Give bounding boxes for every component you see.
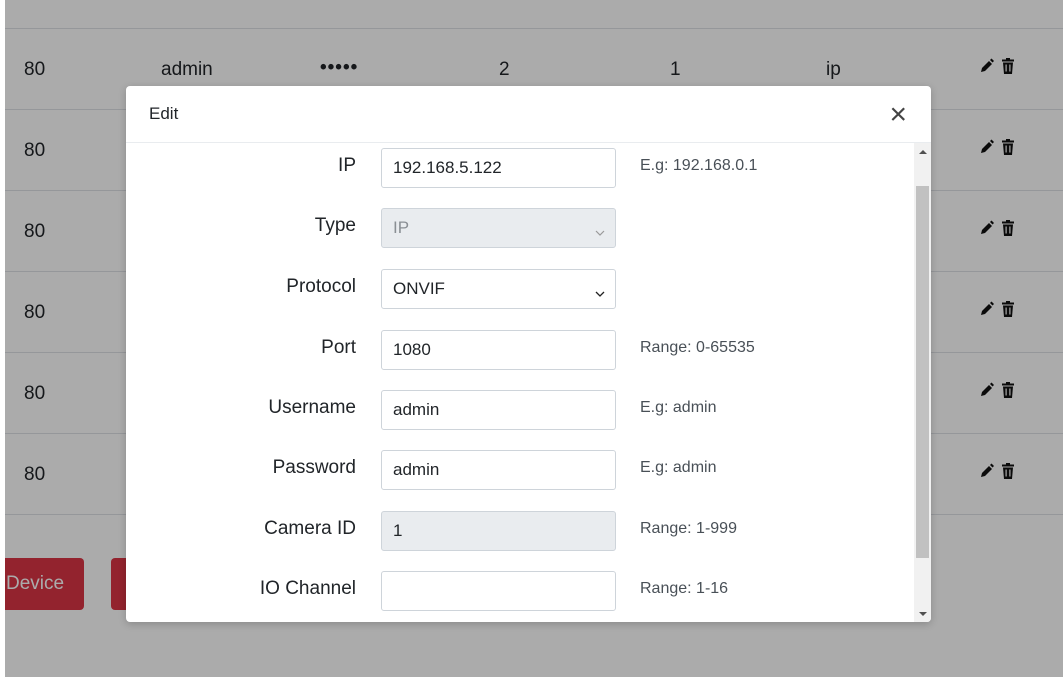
password-row: Password admin E.g: admin bbox=[126, 450, 914, 490]
ip-input[interactable]: 192.168.5.122 bbox=[381, 148, 616, 188]
type-label: Type bbox=[314, 215, 356, 236]
edit-modal: Edit × IP 192.168.5.122 E.g: 192.168.0.1… bbox=[126, 86, 931, 622]
chevron-down-icon bbox=[595, 284, 605, 297]
protocol-select[interactable]: ONVIF bbox=[381, 269, 616, 309]
port-row: Port 1080 Range: 0-65535 bbox=[126, 330, 914, 370]
password-input[interactable]: admin bbox=[381, 450, 616, 490]
scroll-thumb[interactable] bbox=[916, 186, 929, 558]
username-label: Username bbox=[268, 397, 356, 418]
modal-title: Edit bbox=[149, 104, 179, 123]
camera-id-label: Camera ID bbox=[264, 518, 356, 539]
io-channel-hint: Range: 1-16 bbox=[640, 580, 729, 597]
type-row: Type IP bbox=[126, 208, 914, 248]
username-hint: E.g: admin bbox=[640, 399, 717, 416]
password-label: Password bbox=[272, 457, 356, 478]
type-select-value: IP bbox=[393, 218, 410, 237]
password-hint: E.g: admin bbox=[640, 459, 717, 476]
ip-hint: E.g: 192.168.0.1 bbox=[640, 157, 758, 174]
modal-header: Edit × bbox=[126, 86, 931, 143]
port-hint: Range: 0-65535 bbox=[640, 339, 755, 356]
modal-body: IP 192.168.5.122 E.g: 192.168.0.1 Type I… bbox=[126, 143, 914, 622]
camera-id-row: Camera ID 1 Range: 1-999 bbox=[126, 511, 914, 551]
username-row: Username admin E.g: admin bbox=[126, 390, 914, 430]
protocol-label: Protocol bbox=[286, 276, 356, 297]
type-select: IP bbox=[381, 208, 616, 248]
modal-scrollbar[interactable] bbox=[914, 143, 931, 622]
protocol-select-value: ONVIF bbox=[393, 279, 445, 298]
camera-id-input: 1 bbox=[381, 511, 616, 551]
close-icon[interactable]: × bbox=[889, 100, 907, 130]
page-edge bbox=[0, 0, 5, 677]
camera-id-hint: Range: 1-999 bbox=[640, 520, 737, 537]
username-input[interactable]: admin bbox=[381, 390, 616, 430]
ip-label: IP bbox=[338, 155, 356, 176]
port-input[interactable]: 1080 bbox=[381, 330, 616, 370]
protocol-row: Protocol ONVIF bbox=[126, 269, 914, 309]
scroll-up-icon[interactable] bbox=[914, 143, 931, 160]
port-label: Port bbox=[321, 337, 356, 358]
scroll-down-icon[interactable] bbox=[914, 605, 931, 622]
chevron-down-icon bbox=[595, 223, 605, 236]
ip-row: IP 192.168.5.122 E.g: 192.168.0.1 bbox=[126, 148, 914, 188]
io-channel-label: IO Channel bbox=[259, 578, 356, 599]
io-channel-row: IO Channel Range: 1-16 bbox=[126, 571, 914, 611]
io-channel-input[interactable] bbox=[381, 571, 616, 611]
